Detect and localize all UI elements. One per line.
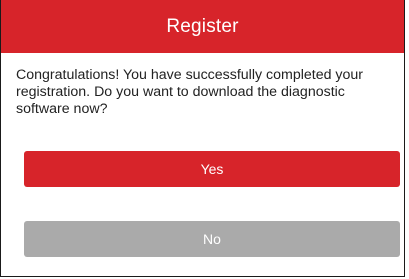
- yes-button[interactable]: Yes: [24, 151, 400, 187]
- dialog-title: Register: [166, 15, 239, 37]
- dialog-header: Register: [1, 0, 404, 53]
- yes-button-label: Yes: [200, 161, 224, 177]
- register-dialog: Register Congratulations! You have succe…: [0, 0, 405, 277]
- no-button[interactable]: No: [24, 221, 400, 257]
- no-button-label: No: [203, 231, 221, 247]
- dialog-message: Congratulations! You have successfully c…: [16, 67, 364, 117]
